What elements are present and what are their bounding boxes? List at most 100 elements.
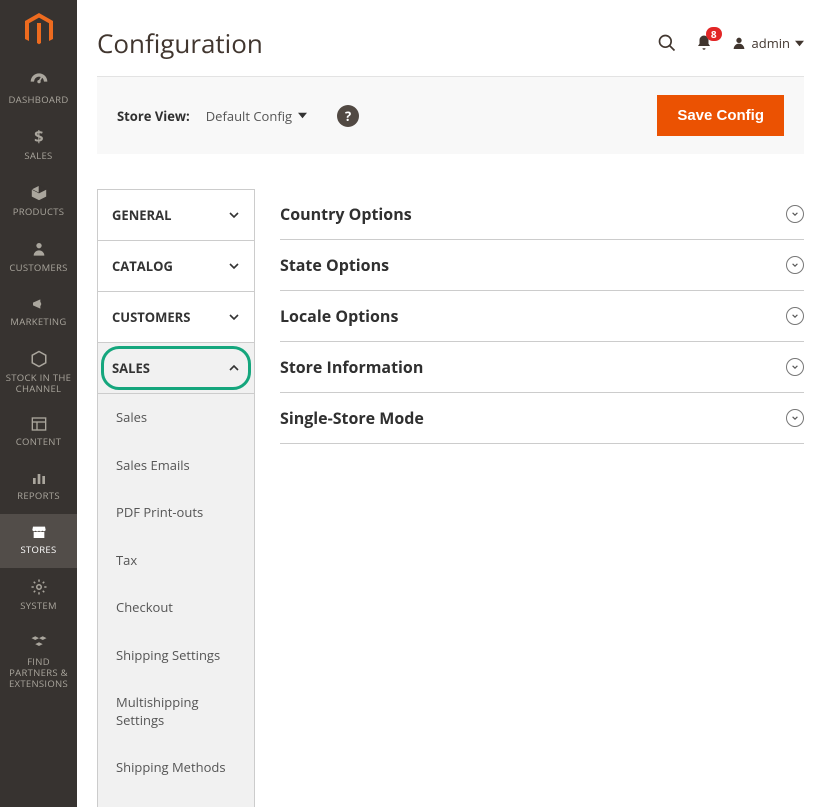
store-icon	[30, 524, 48, 540]
subitem-label: Shipping Methods	[116, 758, 226, 776]
page-title: Configuration	[97, 25, 657, 61]
section-title: State Options	[280, 254, 389, 276]
magento-logo[interactable]	[0, 0, 77, 60]
section-title: Country Options	[280, 203, 412, 225]
config-content: GENERAL CATALOG CUSTOMERS SALES Sales Sa…	[97, 189, 804, 807]
nav-partners-label: FIND PARTNERS & EXTENSIONS	[4, 657, 73, 690]
admin-user-menu[interactable]: admin	[731, 34, 804, 52]
layout-icon	[30, 416, 48, 432]
subitem-label: Checkout	[116, 598, 173, 616]
nav-stores-label: STORES	[21, 545, 57, 556]
nav-system-label: SYSTEM	[20, 601, 57, 612]
subitem-sales-emails[interactable]: Sales Emails	[98, 442, 254, 490]
nav-products[interactable]: PRODUCTS	[0, 174, 77, 230]
nav-reports[interactable]: REPORTS	[0, 460, 77, 514]
person-icon	[31, 240, 47, 258]
scope-help-icon[interactable]: ?	[337, 105, 359, 127]
tab-customers[interactable]: CUSTOMERS	[98, 292, 254, 343]
subitem-shipping-methods[interactable]: Shipping Methods	[98, 744, 254, 792]
boxes-icon	[30, 634, 48, 652]
subitem-google-api[interactable]: Google API	[98, 792, 254, 807]
nav-content[interactable]: CONTENT	[0, 406, 77, 460]
save-config-button[interactable]: Save Config	[657, 95, 784, 136]
chevron-up-icon	[228, 362, 240, 374]
notification-badge: 8	[706, 27, 722, 41]
section-single-store-mode[interactable]: Single-Store Mode	[280, 393, 804, 444]
nav-dashboard[interactable]: DASHBOARD	[0, 60, 77, 118]
admin-username: admin	[752, 34, 790, 52]
user-icon	[731, 35, 747, 51]
dollar-icon: $	[30, 128, 48, 146]
nav-marketing[interactable]: MARKETING	[0, 286, 77, 340]
nav-sales-label: SALES	[24, 151, 52, 162]
subitem-multishipping[interactable]: Multishipping Settings	[98, 679, 254, 744]
sales-subitems: Sales Sales Emails PDF Print-outs Tax Ch…	[98, 394, 254, 807]
tab-sales[interactable]: SALES	[98, 343, 254, 394]
nav-customers-label: CUSTOMERS	[9, 263, 67, 274]
nav-stores[interactable]: STORES	[0, 514, 77, 568]
subitem-tax[interactable]: Tax	[98, 537, 254, 585]
expand-icon	[786, 358, 804, 376]
section-state-options[interactable]: State Options	[280, 240, 804, 291]
nav-content-label: CONTENT	[16, 437, 62, 448]
section-country-options[interactable]: Country Options	[280, 189, 804, 240]
section-locale-options[interactable]: Locale Options	[280, 291, 804, 342]
subitem-sales[interactable]: Sales	[98, 394, 254, 442]
store-view-select[interactable]: Default Config	[206, 107, 307, 125]
expand-icon	[786, 205, 804, 223]
config-sections: Country Options State Options Locale Opt…	[280, 189, 804, 444]
tab-catalog[interactable]: CATALOG	[98, 241, 254, 292]
store-view-value: Default Config	[206, 107, 292, 125]
chevron-down-icon	[795, 39, 804, 48]
chevron-down-icon	[298, 111, 307, 120]
section-title: Single-Store Mode	[280, 407, 424, 429]
nav-system[interactable]: SYSTEM	[0, 568, 77, 624]
notifications-button[interactable]: 8	[695, 33, 713, 53]
admin-sidebar: DASHBOARD $ SALES PRODUCTS CUSTOMERS MAR…	[0, 0, 77, 807]
box-icon	[30, 184, 48, 202]
nav-partners[interactable]: FIND PARTNERS & EXTENSIONS	[0, 624, 77, 702]
gear-icon	[30, 578, 48, 596]
nav-customers[interactable]: CUSTOMERS	[0, 230, 77, 286]
tab-customers-label: CUSTOMERS	[112, 308, 190, 326]
gauge-icon	[29, 70, 49, 90]
subitem-pdf-printouts[interactable]: PDF Print-outs	[98, 489, 254, 537]
bars-icon	[30, 470, 48, 486]
expand-icon	[786, 256, 804, 274]
search-icon[interactable]	[657, 33, 677, 53]
svg-text:$: $	[34, 128, 44, 146]
nav-stock-label: STOCK IN THE CHANNEL	[4, 373, 73, 395]
tab-general[interactable]: GENERAL	[98, 190, 254, 241]
section-store-information[interactable]: Store Information	[280, 342, 804, 393]
header-actions: 8 admin	[657, 33, 804, 53]
chevron-down-icon	[228, 260, 240, 272]
subitem-label: Multishipping Settings	[116, 693, 199, 729]
tab-general-label: GENERAL	[112, 206, 171, 224]
nav-stock[interactable]: STOCK IN THE CHANNEL	[0, 340, 77, 407]
config-tabs: GENERAL CATALOG CUSTOMERS SALES Sales Sa…	[97, 189, 255, 807]
nav-marketing-label: MARKETING	[10, 317, 66, 328]
scope-label: Store View:	[117, 107, 190, 125]
nav-sales[interactable]: $ SALES	[0, 118, 77, 174]
tab-catalog-label: CATALOG	[112, 257, 173, 275]
expand-icon	[786, 409, 804, 427]
tab-sales-label: SALES	[112, 359, 150, 377]
nav-dashboard-label: DASHBOARD	[8, 95, 68, 106]
subitem-label: Sales	[116, 408, 147, 426]
subitem-checkout[interactable]: Checkout	[98, 584, 254, 632]
subitem-label: Sales Emails	[116, 456, 190, 474]
chevron-down-icon	[228, 311, 240, 323]
subitem-shipping-settings[interactable]: Shipping Settings	[98, 632, 254, 680]
nav-reports-label: REPORTS	[17, 491, 60, 502]
scope-bar: Store View: Default Config ? Save Config	[97, 76, 804, 154]
page-header: Configuration 8 admin	[97, 0, 804, 76]
section-title: Store Information	[280, 356, 423, 378]
section-title: Locale Options	[280, 305, 398, 327]
chevron-down-icon	[228, 209, 240, 221]
hexagon-icon	[30, 350, 48, 368]
megaphone-icon	[30, 296, 48, 312]
nav-products-label: PRODUCTS	[13, 207, 65, 218]
main-content: Configuration 8 admin Store View: Defaul…	[77, 0, 829, 807]
expand-icon	[786, 307, 804, 325]
subitem-label: PDF Print-outs	[116, 503, 203, 521]
